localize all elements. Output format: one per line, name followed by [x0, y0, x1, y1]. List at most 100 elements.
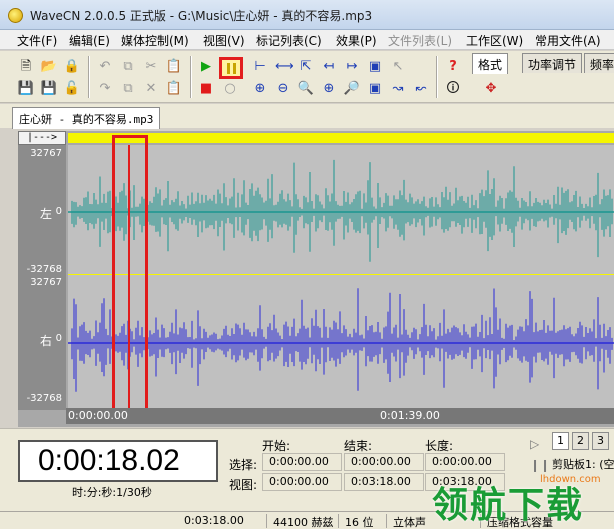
time-ruler-mid: 0:01:39.00 — [380, 409, 440, 422]
left-zero-label: 0 — [55, 206, 62, 217]
start-header: 开始: — [262, 439, 291, 453]
end-header: 结束: — [344, 439, 373, 453]
play-icon[interactable]: ▶ — [197, 58, 215, 76]
menu-file[interactable]: 文件(F) — [17, 32, 57, 49]
delete-icon[interactable]: ✕ — [142, 80, 160, 98]
position-unit-label: 时:分:秒:1/30秒 — [72, 486, 152, 499]
right-channel-label: 右 — [40, 334, 53, 348]
stop-icon[interactable]: ■ — [197, 80, 215, 98]
app-icon — [8, 8, 23, 23]
document-tab-bar: 庄心妍 - 真的不容易.mp3 — [0, 104, 614, 129]
amplitude-scale: 32767 左 0 -32768 32767 右 0 -32768 — [18, 145, 66, 410]
right-channel-wave — [68, 288, 614, 392]
menu-view[interactable]: 视图(V) — [203, 32, 245, 49]
menu-file-list[interactable]: 文件列表(L) — [388, 32, 452, 49]
position-display: 0:00:18.02 — [18, 440, 218, 482]
length-header: 长度: — [425, 439, 454, 453]
menu-effects[interactable]: 效果(P) — [336, 32, 377, 49]
zoom-out-icon[interactable]: 🔎 — [343, 80, 361, 98]
paste-icon[interactable]: 📋 — [165, 58, 183, 76]
arrow-cursor-icon[interactable]: ↖ — [389, 58, 407, 76]
clipboard-tab-2[interactable]: 2 — [572, 432, 589, 450]
unlock-icon[interactable]: 🔓 — [63, 80, 81, 98]
mini-pause-icon[interactable]: ❙❙ — [530, 458, 550, 472]
pause-icon — [227, 63, 236, 74]
left-channel-label: 左 — [40, 207, 53, 221]
position-time: 0:00:18.02 — [38, 444, 180, 477]
view-start-field[interactable]: 0:00:00.00 — [262, 473, 342, 491]
mini-play-icon[interactable]: ▷ — [530, 437, 539, 451]
clipboard-tab-1[interactable]: 1 — [552, 432, 569, 450]
select-length-field[interactable]: 0:00:00.00 — [425, 453, 505, 471]
zoom-in-horizontal-icon[interactable]: ⊕ — [251, 80, 269, 98]
zoom-out-horizontal-icon[interactable]: ⊖ — [274, 80, 292, 98]
zoom-wave-in-icon[interactable]: ↝ — [389, 80, 407, 98]
select-cursor-icon[interactable]: ⇱ — [297, 58, 315, 76]
select-row-label: 选择: — [229, 458, 258, 472]
zoom-selection-icon[interactable]: ⊕ — [320, 80, 338, 98]
status-channels: 立体声 — [393, 516, 426, 529]
menu-edit[interactable]: 编辑(E) — [69, 32, 110, 49]
format-settings-icon[interactable]: ✥ — [482, 80, 500, 98]
view-row-label: 视图: — [229, 478, 258, 492]
help-icon[interactable]: ? — [444, 58, 462, 76]
title-bar: WaveCN 2.0.0.5 正式版 - G:\Music\庄心妍 - 真的不容… — [0, 0, 614, 30]
menu-workspace[interactable]: 工作区(W) — [466, 32, 523, 49]
zoom-in-icon[interactable]: 🔍 — [297, 80, 315, 98]
range-button[interactable]: |---> — [18, 131, 66, 145]
window-title: WaveCN 2.0.0.5 正式版 - G:\Music\庄心妍 - 真的不容… — [30, 9, 373, 23]
select-start-field[interactable]: 0:00:00.00 — [262, 453, 342, 471]
waveform-svg — [68, 159, 614, 392]
select-right-icon[interactable]: ↦ — [343, 58, 361, 76]
menu-bar: 文件(F) 编辑(E) 媒体控制(M) 视图(V) 标记列表(C) 效果(P) … — [0, 30, 614, 50]
right-zero-label: 0 — [55, 333, 62, 344]
status-samplerate: 44100 赫兹 — [273, 516, 334, 529]
right-max-label: 32767 — [30, 277, 62, 288]
selection-ruler[interactable] — [68, 133, 614, 143]
save-as-icon[interactable]: 💾 — [40, 80, 58, 98]
watermark-logo: 领航下载 — [432, 485, 585, 526]
record-icon[interactable]: ○ — [221, 80, 239, 98]
pause-button[interactable] — [219, 57, 243, 79]
duplicate-icon[interactable]: ⧉ — [119, 80, 137, 98]
tab-power[interactable]: 功率调节 — [522, 53, 583, 73]
time-ruler-start: 0:00:00.00 — [68, 409, 128, 422]
undo-icon[interactable]: ↶ — [96, 58, 114, 76]
status-bits: 16 位 — [345, 516, 374, 529]
clipboard-tab-3[interactable]: 3 — [592, 432, 609, 450]
info-icon[interactable]: 🛈 — [444, 80, 462, 98]
select-end-field[interactable]: 0:00:00.00 — [344, 453, 424, 471]
menu-media-control[interactable]: 媒体控制(M) — [121, 32, 189, 49]
paste-mix-icon[interactable]: 📋 — [165, 80, 183, 98]
redo-icon[interactable]: ↷ — [96, 80, 114, 98]
time-ruler: 0:00:00.00 0:01:39.00 — [66, 408, 614, 424]
zoom-wave-out-icon[interactable]: ↜ — [412, 80, 430, 98]
menu-markers[interactable]: 标记列表(C) — [256, 32, 322, 49]
highlight-box — [112, 135, 148, 420]
tab-frequency[interactable]: 频率 — [584, 53, 614, 73]
document-tab[interactable]: 庄心妍 - 真的不容易.mp3 — [12, 107, 161, 129]
waveform-plot[interactable] — [68, 145, 614, 408]
tab-format[interactable]: 格式 — [472, 53, 509, 74]
mark-range-icon[interactable]: ⟷ — [275, 58, 294, 76]
left-max-label: 32767 — [30, 148, 62, 159]
mark-start-icon[interactable]: ⊢ — [251, 58, 269, 76]
copy-icon[interactable]: ⧉ — [119, 58, 137, 76]
left-channel-wave — [68, 159, 614, 262]
view-end-field[interactable]: 0:03:18.00 — [344, 473, 424, 491]
right-min-label: -32768 — [26, 393, 62, 404]
status-duration: 0:03:18.00 — [184, 514, 244, 527]
clipboard-label: 剪贴板1: (空 — [552, 458, 614, 471]
new-file-icon[interactable]: 🗎 — [17, 58, 35, 76]
zoom-full-icon[interactable]: ▣ — [366, 80, 384, 98]
panel-tabs: 格式 功率调节 频率 — [470, 53, 614, 74]
save-icon[interactable]: 💾 — [17, 80, 35, 98]
open-file-icon[interactable]: 📂 — [40, 58, 58, 76]
select-left-icon[interactable]: ↤ — [320, 58, 338, 76]
lock-icon[interactable]: 🔒 — [63, 58, 81, 76]
channel-divider — [68, 274, 614, 275]
cut-icon[interactable]: ✂ — [142, 58, 160, 76]
select-all-icon[interactable]: ▣ — [366, 58, 384, 76]
left-min-label: -32768 — [26, 264, 62, 275]
menu-recent-files[interactable]: 常用文件(A) — [535, 32, 601, 49]
